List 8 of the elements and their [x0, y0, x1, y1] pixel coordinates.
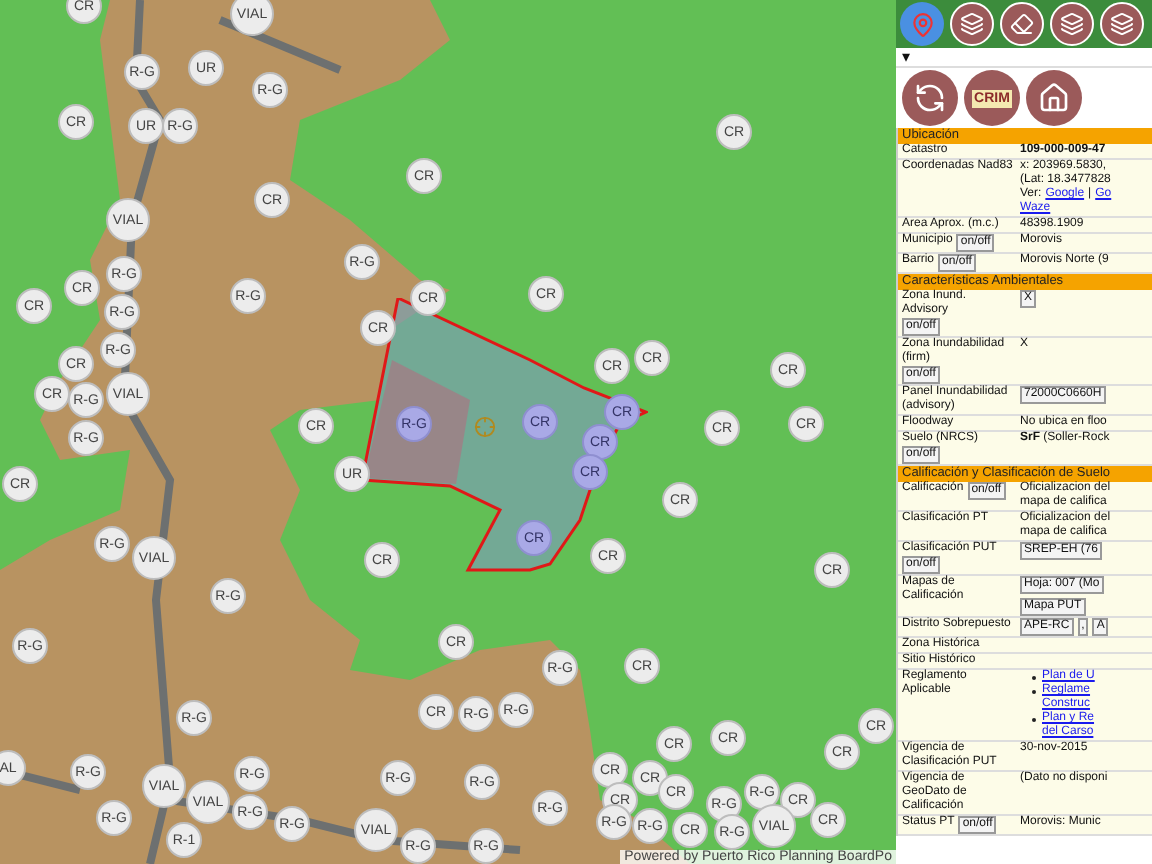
- eraser-icon[interactable]: [1000, 2, 1044, 46]
- layers-icon[interactable]: [950, 2, 994, 46]
- crosshair-icon: [474, 416, 496, 438]
- house-icon[interactable]: [1026, 70, 1082, 126]
- layers-icon[interactable]: [1050, 2, 1094, 46]
- refresh-icon[interactable]: [902, 70, 958, 126]
- layers-icon[interactable]: [1100, 2, 1144, 46]
- dropdown-arrow[interactable]: ▾: [902, 48, 910, 66]
